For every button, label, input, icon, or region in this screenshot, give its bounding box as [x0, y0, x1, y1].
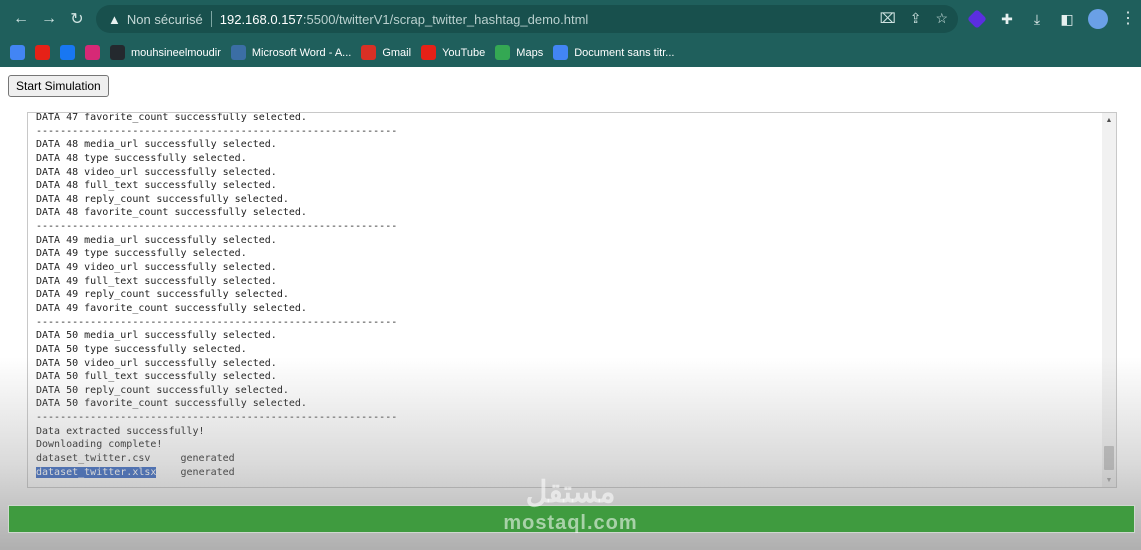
log-line: DATA 48 favorite_count successfully sele… [36, 207, 307, 219]
log-line: DATA 49 media_url successfully selected. [36, 234, 277, 246]
youtube-icon [421, 45, 437, 60]
log-line: DATA 50 full_text successfully selected. [36, 371, 277, 383]
back-arrow-icon[interactable]: ← [10, 8, 32, 30]
log-line: ----------------------------------------… [36, 316, 398, 328]
bookmark-label: Document sans titr... [574, 46, 675, 59]
log-line: DATA 49 video_url successfully selected. [36, 262, 277, 274]
url-path: :5500/twitterV1/scrap_twitter_hashtag_de… [302, 11, 589, 27]
share-icon[interactable]: ⇪ [910, 10, 922, 27]
log-line: Downloading complete! [36, 439, 163, 451]
gmail-icon [361, 45, 377, 60]
log-line: ----------------------------------------… [36, 125, 398, 137]
log-output-textarea[interactable]: DATA 47 favorite_count successfully sele… [27, 112, 1117, 488]
log-line: DATA 50 type successfully selected. [36, 343, 247, 355]
url-host: 192.168.0.157 [219, 11, 303, 27]
instagram-icon [85, 45, 100, 60]
docs-icon [553, 45, 569, 60]
bookmark-item[interactable] [60, 45, 75, 60]
bookmark-item[interactable]: YouTube [421, 45, 485, 60]
facebook-icon [60, 45, 75, 60]
log-line: ----------------------------------------… [36, 412, 398, 424]
scroll-up-arrow-icon[interactable]: ▲ [1102, 113, 1116, 127]
bookmark-label: Maps [516, 46, 544, 59]
log-line: DATA 47 favorite_count successfully sele… [36, 112, 307, 123]
log-line: DATA 50 favorite_count successfully sele… [36, 398, 307, 410]
browser-toolbar: ← → ↻ ▲ Non sécurisé 192.168.0.157:5500/… [0, 0, 1141, 38]
bookmark-item[interactable] [35, 45, 50, 60]
youtube-icon [35, 45, 50, 60]
bookmark-item[interactable]: Document sans titr... [553, 45, 674, 60]
progress-bar-fill [9, 506, 1134, 532]
translate-icon[interactable]: ⌧ [880, 10, 896, 27]
bookmark-item[interactable] [85, 45, 100, 60]
log-line: DATA 49 reply_count successfully selecte… [36, 289, 289, 301]
bookmark-item[interactable] [10, 45, 25, 60]
log-line: DATA 48 video_url successfully selected. [36, 166, 277, 178]
bookmark-label: YouTube [442, 46, 486, 59]
menu-kebab-icon[interactable]: ⋮ [1120, 11, 1136, 27]
log-line: DATA 50 video_url successfully selected. [36, 357, 277, 369]
maps-icon [495, 45, 511, 60]
file-status: generated [180, 466, 235, 478]
log-line: DATA 49 favorite_count successfully sele… [36, 302, 307, 314]
github-icon [110, 45, 125, 60]
bookmark-label: mouhsineelmoudir [131, 46, 221, 59]
address-bar[interactable]: ▲ Non sécurisé 192.168.0.157:5500/twitte… [96, 5, 958, 33]
log-line: DATA 48 type successfully selected. [36, 152, 247, 164]
profile-avatar[interactable] [1088, 9, 1108, 29]
bookmarks-bar: mouhsineelmoudir Microsoft Word - A... Gma… [0, 38, 1141, 67]
scroll-down-arrow-icon[interactable]: ▼ [1102, 473, 1116, 487]
progress-bar [8, 505, 1135, 533]
address-divider [210, 11, 212, 27]
download-icon[interactable]: ⤓ [1028, 10, 1046, 28]
log-line: DATA 48 media_url successfully selected. [36, 139, 277, 151]
bookmark-item[interactable]: Gmail [361, 45, 411, 60]
file-status-line: dataset_twitter.xlsx generated [36, 466, 397, 480]
log-scrollbar[interactable]: ▲ ▼ [1102, 113, 1116, 487]
bookmark-label: Gmail [382, 46, 412, 59]
scrollbar-thumb[interactable] [1104, 446, 1114, 470]
log-text: DATA 47 favorite_count successfully sele… [36, 112, 398, 480]
start-simulation-button[interactable]: Start Simulation [8, 75, 109, 97]
toolbar-actions: ✚ ⤓ ◧ ⋮ [967, 9, 1136, 29]
log-line: DATA 48 reply_count successfully selecte… [36, 193, 289, 205]
log-line: DATA 50 media_url successfully selected. [36, 330, 277, 342]
log-line: DATA 50 reply_count successfully selecte… [36, 384, 289, 396]
bookmark-item[interactable]: mouhsineelmoudir [110, 45, 221, 60]
log-line: DATA 49 type successfully selected. [36, 248, 247, 260]
log-line: DATA 48 full_text successfully selected. [36, 180, 277, 192]
side-panel-icon[interactable]: ◧ [1058, 10, 1076, 28]
log-line: DATA 49 full_text successfully selected. [36, 275, 277, 287]
file-name: dataset_twitter.csv [36, 453, 151, 465]
log-line: Data extracted successfully! [36, 425, 205, 437]
google-icon [10, 45, 25, 60]
security-label: Non sécurisé [126, 11, 203, 27]
file-status-line: dataset_twitter.csv generated [36, 452, 397, 466]
address-actions: ⌧ ⇪ ☆ [880, 10, 948, 27]
log-line: ----------------------------------------… [36, 221, 398, 233]
puzzle-icon[interactable]: ✚ [998, 10, 1016, 28]
file-name: dataset_twitter.xlsx [36, 466, 157, 478]
bookmark-label: Microsoft Word - A... [251, 46, 352, 59]
bookmark-item[interactable]: Maps [495, 45, 543, 60]
extension-hexagon-icon[interactable] [967, 9, 987, 29]
globe-icon [230, 45, 246, 60]
warning-icon: ▲ [108, 11, 121, 27]
page-content: Start Simulation DATA 47 favorite_count … [0, 67, 1141, 550]
star-icon[interactable]: ☆ [935, 10, 948, 27]
file-status: generated [180, 453, 235, 465]
forward-arrow-icon[interactable]: → [38, 8, 60, 30]
bookmark-item[interactable]: Microsoft Word - A... [230, 45, 352, 60]
reload-icon[interactable]: ↻ [66, 8, 88, 30]
